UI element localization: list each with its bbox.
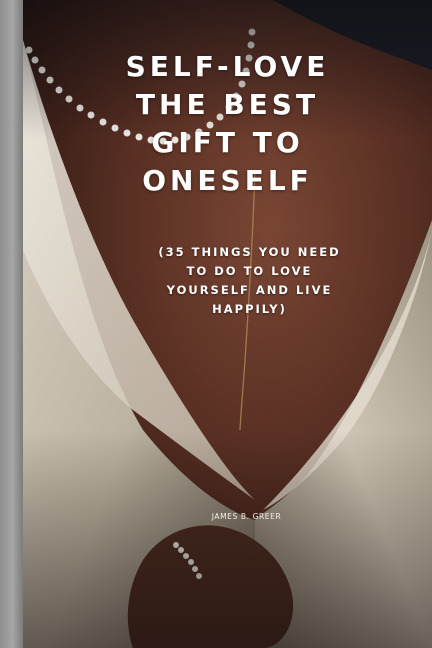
title-line-2: THE BEST xyxy=(135,88,320,121)
subtitle-line-1: (35 THINGS YOU NEED xyxy=(158,245,341,259)
book-cover-page: SELF-LOVE THE BEST GIFT TO ONESELF (35 T… xyxy=(0,0,432,648)
subtitle-line-3: YOURSELF AND LIVE xyxy=(166,283,333,297)
title-line-4: ONESELF xyxy=(142,164,313,197)
book-spine-edge xyxy=(0,0,23,648)
subtitle-line-2: TO DO TO LOVE xyxy=(186,264,313,278)
author-name: JAMES B. GREER xyxy=(211,512,282,521)
title-line-3: GIFT TO xyxy=(151,126,304,159)
book-subtitle: (35 THINGS YOU NEED TO DO TO LOVE YOURSE… xyxy=(63,243,432,319)
title-line-1: SELF-LOVE xyxy=(125,50,330,83)
book-title: SELF-LOVE THE BEST GIFT TO ONESELF xyxy=(23,48,432,200)
book-cover: SELF-LOVE THE BEST GIFT TO ONESELF (35 T… xyxy=(23,0,432,648)
subtitle-line-4: HAPPILY) xyxy=(212,302,287,316)
